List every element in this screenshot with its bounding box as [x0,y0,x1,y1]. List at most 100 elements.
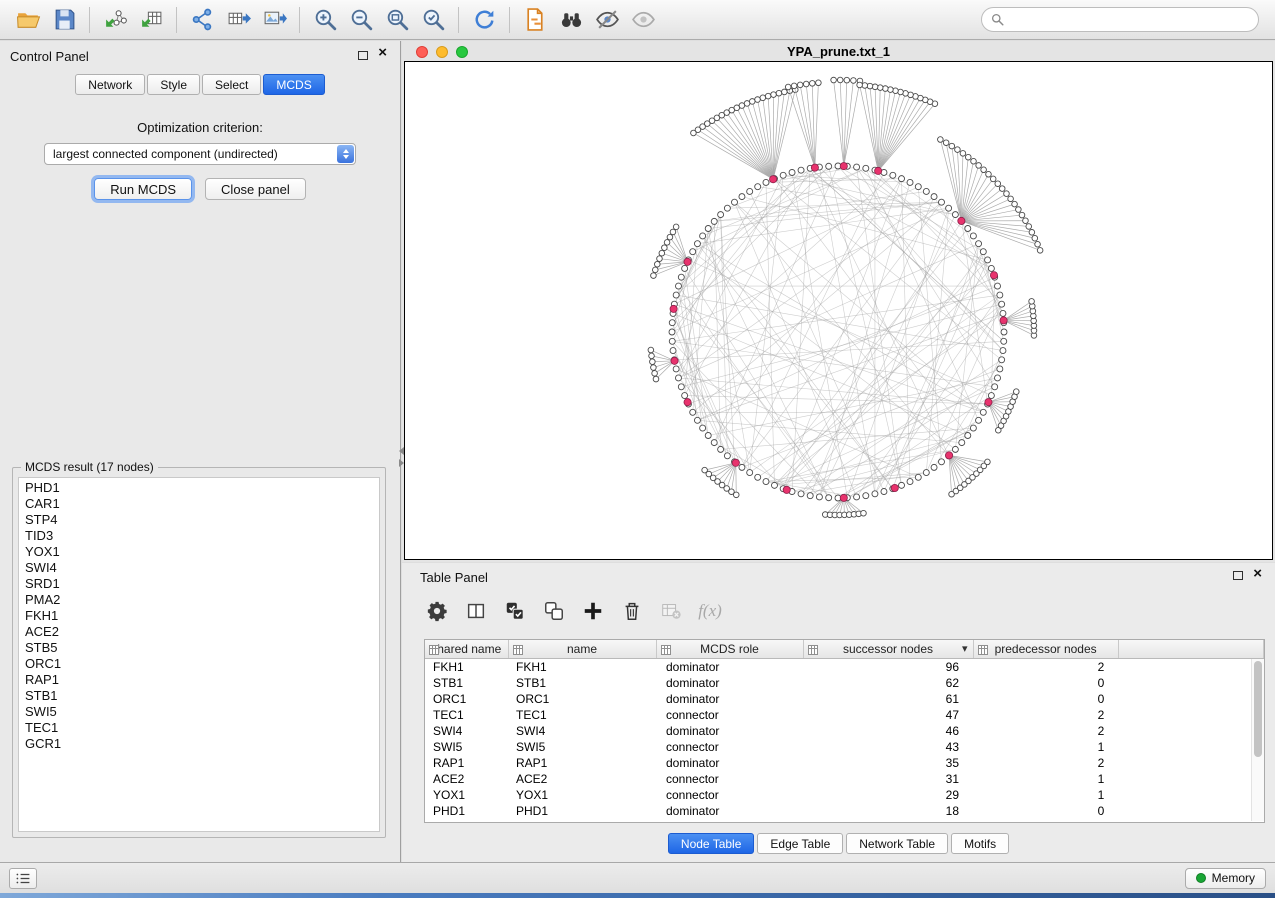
table-row[interactable]: PHD1 PHD1 dominator 18 0 [425,803,1264,819]
mcds-result-item[interactable]: CAR1 [19,496,379,512]
mcds-result-item[interactable]: GCR1 [19,736,379,752]
zoom-out-icon [349,7,374,32]
cell-name: STB1 [508,675,656,691]
mcds-result-item[interactable]: RAP1 [19,672,379,688]
refresh-view-button[interactable] [466,4,502,36]
column-header[interactable]: predecessor nodes [973,640,1118,658]
zoom-fit-icon [385,7,410,32]
optimization-criterion-select[interactable]: largest connected component (undirected) [44,143,356,165]
run-mcds-button[interactable]: Run MCDS [94,178,192,200]
table-scrollbar[interactable] [1251,659,1264,821]
control-panel-tab[interactable]: Style [147,74,200,95]
ui-settings-button[interactable] [9,868,37,889]
mcds-result-item[interactable]: FKH1 [19,608,379,624]
export-network-button[interactable] [184,4,220,36]
gear-icon [426,600,448,622]
save-session-button[interactable] [46,4,82,36]
export-image-button[interactable] [256,4,292,36]
control-panel-float-icon[interactable] [358,51,368,60]
control-panel-header: Control Panel × [0,41,400,69]
control-panel-tab[interactable]: Network [75,74,145,95]
zoom-fit-button[interactable] [379,4,415,36]
mcds-result-item[interactable]: TEC1 [19,720,379,736]
mcds-result-item[interactable]: YOX1 [19,544,379,560]
mcds-result-item[interactable]: STP4 [19,512,379,528]
table-row[interactable]: ORC1 ORC1 dominator 61 0 [425,691,1264,707]
table-panel-close-icon[interactable]: × [1253,566,1262,581]
zoom-selected-button[interactable] [415,4,451,36]
column-header[interactable]: name [508,640,656,658]
mcds-result-item[interactable]: SRD1 [19,576,379,592]
table-tab[interactable]: Node Table [668,833,755,854]
mcds-result-item[interactable]: TID3 [19,528,379,544]
import-network-icon [103,7,128,32]
column-header[interactable]: successor nodes [803,640,973,658]
table-row[interactable]: SWI4 SWI4 dominator 46 2 [425,723,1264,739]
table-row[interactable]: YOX1 YOX1 connector 29 1 [425,787,1264,803]
node-table-grid: shared name [425,640,1264,819]
table-row[interactable]: ACE2 ACE2 connector 31 1 [425,771,1264,787]
mcds-result-item[interactable]: SWI5 [19,704,379,720]
table-row[interactable]: STB1 STB1 dominator 62 0 [425,675,1264,691]
table-row[interactable]: SWI5 SWI5 connector 43 1 [425,739,1264,755]
open-in-browser-button[interactable] [517,4,553,36]
trash-icon [621,600,643,622]
import-network-button[interactable] [97,4,133,36]
mcds-result-item[interactable]: SWI4 [19,560,379,576]
zoom-in-button[interactable] [307,4,343,36]
cell-name: PHD1 [508,803,656,819]
add-column-button[interactable] [578,596,608,626]
mcds-result-item[interactable]: ACE2 [19,624,379,640]
import-table-button[interactable] [133,4,169,36]
eye-slash-icon [595,7,620,32]
table-panel-float-icon[interactable] [1233,571,1243,580]
table-tab[interactable]: Network Table [846,833,948,854]
deselect-all-button[interactable] [539,596,569,626]
table-tab[interactable]: Motifs [951,833,1009,854]
delete-column-button[interactable] [617,596,647,626]
network-canvas[interactable] [404,61,1273,560]
column-header[interactable]: shared name [425,640,508,658]
export-table-button[interactable] [220,4,256,36]
table-tab[interactable]: Edge Table [757,833,843,854]
search-input[interactable] [1010,13,1249,27]
mcds-result-item[interactable]: PMA2 [19,592,379,608]
main-toolbar [0,0,1275,40]
control-panel-tab[interactable]: Select [202,74,261,95]
control-panel-tab[interactable]: MCDS [263,74,324,95]
cell-filler [1118,755,1263,771]
table-settings-button[interactable] [422,596,452,626]
table-row[interactable]: FKH1 FKH1 dominator 96 2 [425,658,1264,675]
table-row[interactable]: TEC1 TEC1 connector 47 2 [425,707,1264,723]
show-graphics-details-button[interactable] [589,4,625,36]
cell-predecessor-nodes: 2 [973,658,1118,675]
control-panel-close-icon[interactable]: × [378,45,387,60]
cell-mcds-role: dominator [656,723,803,739]
panel-splitter[interactable] [394,447,408,469]
mcds-result-item[interactable]: ORC1 [19,656,379,672]
mcds-result-item[interactable]: STB1 [19,688,379,704]
mcds-result-item[interactable]: STB5 [19,640,379,656]
cell-successor-nodes: 29 [803,787,973,803]
zoom-in-icon [313,7,338,32]
column-header[interactable] [1118,640,1263,658]
table-scrollbar-thumb[interactable] [1254,661,1262,757]
birds-eye-view-button[interactable] [625,4,661,36]
mcds-result-item[interactable]: PHD1 [19,480,379,496]
zoom-out-button[interactable] [343,4,379,36]
cell-filler [1118,658,1263,675]
column-header[interactable]: MCDS role [656,640,803,658]
column-grid-icon [513,644,523,654]
open-file-button[interactable] [10,4,46,36]
cell-successor-nodes: 35 [803,755,973,771]
mcds-action-buttons: Run MCDS Close panel [0,178,400,200]
network-graph[interactable] [405,62,1272,556]
table-row[interactable]: RAP1 RAP1 dominator 35 2 [425,755,1264,771]
select-all-button[interactable] [500,596,530,626]
memory-button[interactable]: Memory [1185,868,1266,889]
import-table-icon [139,7,164,32]
close-mcds-panel-button[interactable]: Close panel [205,178,306,200]
column-visibility-button[interactable] [461,596,491,626]
cell-mcds-role: connector [656,787,803,803]
find-button[interactable] [553,4,589,36]
